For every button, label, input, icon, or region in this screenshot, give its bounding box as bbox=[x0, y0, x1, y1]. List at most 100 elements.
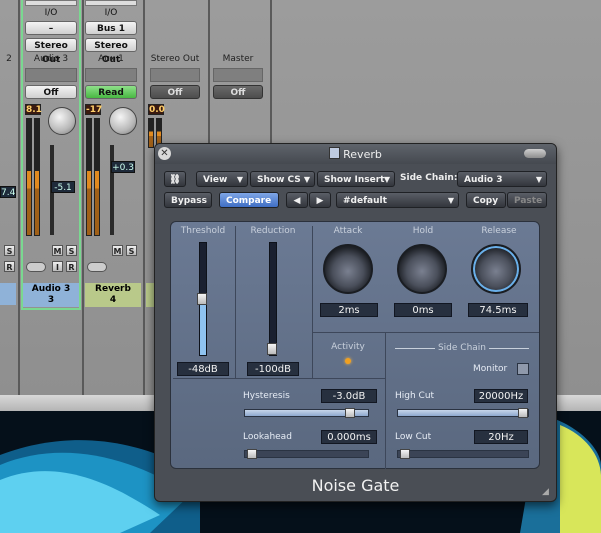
side-chain-label: Side Chain: bbox=[400, 173, 458, 183]
high-cut-slider[interactable] bbox=[397, 408, 529, 418]
high-cut-value[interactable]: 20000Hz bbox=[474, 389, 528, 403]
track-tile-partial[interactable] bbox=[0, 283, 16, 305]
record-button-partial[interactable]: R bbox=[4, 261, 15, 272]
link-button[interactable]: ⛓ bbox=[164, 171, 186, 187]
reduction-slider[interactable] bbox=[267, 242, 277, 356]
low-cut-value[interactable]: 20Hz bbox=[474, 430, 528, 444]
send-slot[interactable] bbox=[213, 68, 263, 82]
chevron-down-icon: ▼ bbox=[535, 175, 542, 184]
attack-knob[interactable] bbox=[323, 244, 373, 294]
threshold-fill bbox=[200, 305, 206, 355]
strip-aux1[interactable]: I/O Bus 1 Stereo Out Aux 1 Read -17 +0.3… bbox=[85, 0, 141, 310]
automation-mode[interactable]: Off bbox=[150, 85, 200, 99]
send-slot[interactable] bbox=[150, 68, 200, 82]
hysteresis-value[interactable]: -3.0dB bbox=[321, 389, 377, 403]
threshold-thumb[interactable] bbox=[197, 293, 207, 305]
mute-button[interactable]: M bbox=[112, 245, 123, 256]
automation-mode[interactable]: Read bbox=[85, 85, 137, 99]
release-knob[interactable] bbox=[471, 244, 521, 294]
next-preset-button[interactable]: ▶ bbox=[309, 192, 331, 208]
low-cut-thumb[interactable] bbox=[400, 449, 410, 459]
insert-slot[interactable] bbox=[85, 0, 137, 6]
side-chain-title: Side Chain bbox=[437, 343, 487, 353]
previous-preset-button[interactable]: ◀ bbox=[286, 192, 308, 208]
output-slot[interactable]: Stereo Out bbox=[85, 38, 137, 65]
bypass-button[interactable]: Bypass bbox=[164, 192, 212, 208]
reduction-label: Reduction bbox=[250, 226, 296, 236]
reduction-thumb[interactable] bbox=[267, 343, 277, 355]
solo-button[interactable]: S bbox=[126, 245, 137, 256]
level-meter-left bbox=[86, 118, 92, 236]
volume-readout: -5.1 bbox=[51, 181, 75, 193]
pan-knob[interactable] bbox=[48, 107, 76, 135]
link-icon[interactable] bbox=[26, 262, 46, 272]
strip-name: Master bbox=[222, 54, 254, 64]
paste-button[interactable]: Paste bbox=[507, 192, 547, 208]
track-name-tile[interactable]: Reverb 4 bbox=[85, 283, 141, 307]
activity-label: Activity bbox=[331, 342, 365, 352]
side-chain-select[interactable]: Audio 3 ▼ bbox=[457, 171, 547, 187]
track-name: Audio 3 bbox=[31, 284, 71, 294]
high-cut-thumb[interactable] bbox=[518, 408, 528, 418]
threshold-label: Threshold bbox=[180, 226, 226, 236]
threshold-value[interactable]: -48dB bbox=[177, 362, 229, 376]
view-menu[interactable]: View ▼ bbox=[196, 171, 248, 187]
hold-value[interactable]: 0ms bbox=[394, 303, 452, 317]
plugin-window[interactable]: ✕ Reverb ⛓ View ▼ Show CS ▼ Show Insert ▼ S… bbox=[154, 143, 557, 502]
automation-mode[interactable]: Off bbox=[213, 85, 263, 99]
volume-fader-track[interactable] bbox=[110, 145, 114, 235]
strip-name: Audio 3 bbox=[33, 54, 69, 64]
plugin-title: Reverb bbox=[155, 147, 556, 161]
hold-knob[interactable] bbox=[397, 244, 447, 294]
pan-knob[interactable] bbox=[109, 107, 137, 135]
show-insert-menu[interactable]: Show Insert ▼ bbox=[317, 171, 395, 187]
threshold-slider[interactable] bbox=[197, 242, 207, 356]
record-button[interactable]: R bbox=[66, 261, 77, 272]
lookahead-slider[interactable] bbox=[244, 449, 369, 459]
preset-menu[interactable]: #default ▼ bbox=[336, 192, 459, 208]
reverb-icon bbox=[329, 147, 341, 159]
attack-value[interactable]: 2ms bbox=[320, 303, 378, 317]
copy-button[interactable]: Copy bbox=[466, 192, 506, 208]
track-name-tile[interactable]: Audio 3 3 bbox=[23, 283, 79, 307]
show-cs-menu[interactable]: Show CS ▼ bbox=[250, 171, 315, 187]
input-monitor-button[interactable]: I bbox=[52, 261, 63, 272]
monitor-label: Monitor bbox=[473, 364, 508, 374]
release-value[interactable]: 74.5ms bbox=[468, 303, 528, 317]
low-cut-slider[interactable] bbox=[397, 449, 529, 459]
high-cut-label: High Cut bbox=[395, 391, 435, 401]
input-slot[interactable]: Bus 1 bbox=[85, 21, 137, 35]
track-number: 4 bbox=[109, 295, 117, 305]
send-slot[interactable] bbox=[85, 68, 137, 82]
section-divider bbox=[313, 332, 539, 333]
reduction-value[interactable]: -100dB bbox=[247, 362, 299, 376]
send-slot[interactable] bbox=[25, 68, 77, 82]
input-slot[interactable]: – bbox=[25, 21, 77, 35]
attack-label: Attack bbox=[333, 226, 363, 236]
hysteresis-thumb[interactable] bbox=[345, 408, 355, 418]
resize-grip-icon[interactable]: ◢ bbox=[542, 487, 552, 497]
solo-button-partial[interactable]: S bbox=[4, 245, 15, 256]
link-icon[interactable] bbox=[87, 262, 107, 272]
lookahead-thumb[interactable] bbox=[247, 449, 257, 459]
insert-slot[interactable] bbox=[25, 0, 77, 6]
solo-button[interactable]: S bbox=[66, 245, 77, 256]
track-number: 3 bbox=[47, 295, 55, 305]
automation-mode[interactable]: Off bbox=[25, 85, 77, 99]
monitor-checkbox[interactable] bbox=[517, 363, 529, 375]
strip-divider bbox=[82, 0, 84, 395]
peak-readout: -17 bbox=[85, 104, 103, 115]
strip-divider bbox=[143, 0, 145, 395]
mute-button[interactable]: M bbox=[52, 245, 63, 256]
level-meter-left bbox=[26, 118, 32, 236]
lookahead-value[interactable]: 0.000ms bbox=[321, 430, 377, 444]
hysteresis-slider[interactable] bbox=[244, 408, 369, 418]
activity-led bbox=[345, 358, 351, 364]
level-meter-right bbox=[34, 118, 40, 236]
strip-name: Aux 1 bbox=[98, 54, 124, 64]
strip-audio3[interactable]: I/O – Stereo Out Audio 3 Off 8.1 -5.1 M … bbox=[21, 0, 81, 310]
toolbar-toggle-button[interactable] bbox=[524, 149, 546, 158]
compare-button[interactable]: Compare bbox=[219, 192, 279, 208]
track-name: Reverb bbox=[95, 284, 131, 294]
output-slot[interactable]: Stereo Out bbox=[25, 38, 77, 65]
